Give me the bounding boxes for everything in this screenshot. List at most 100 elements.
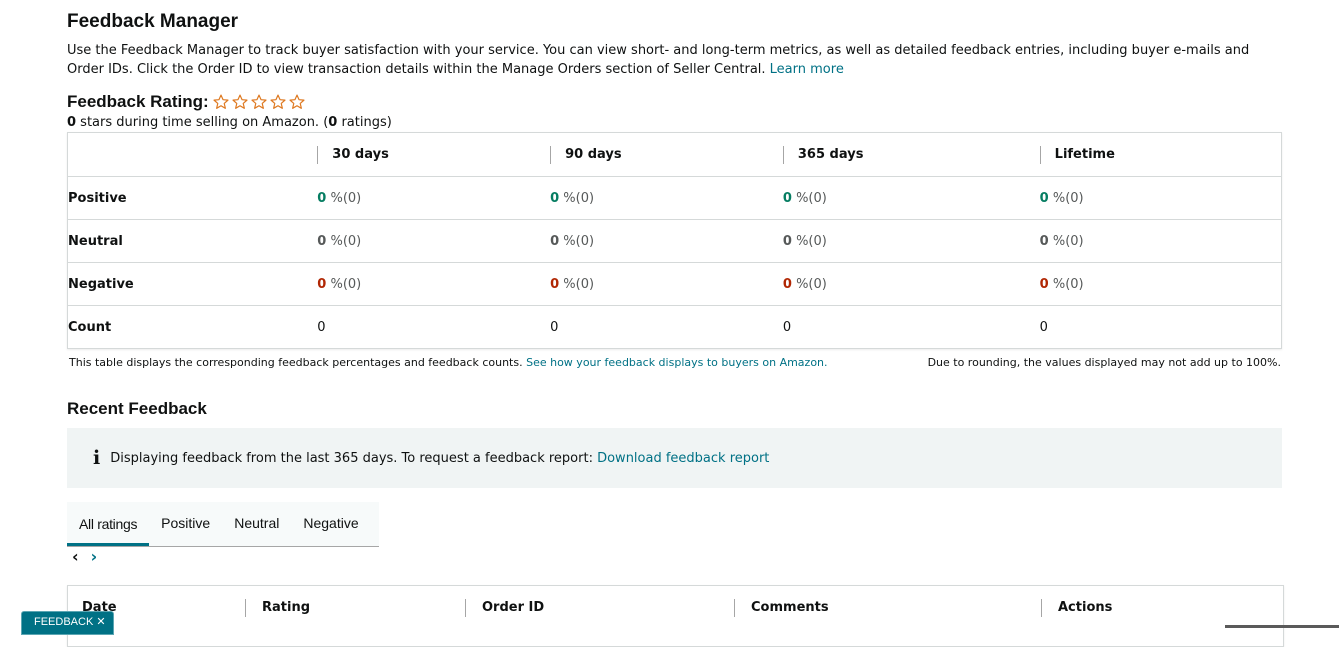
metric-detail: %(0): [1048, 190, 1084, 206]
star-rating: [212, 93, 306, 111]
count-cell: 0: [1040, 306, 1282, 349]
metric-value: 0: [317, 190, 327, 206]
column-header-label: 30 days: [317, 145, 550, 164]
tab-negative[interactable]: Negative: [291, 502, 370, 543]
column-header-comments: Comments: [734, 599, 829, 617]
star-icon: [232, 94, 248, 109]
column-header-rating: Rating: [245, 599, 310, 617]
metric-value: 0: [1039, 190, 1049, 206]
column-header-label: Lifetime: [1039, 145, 1281, 164]
metric-cell: 0 %(0): [1039, 219, 1282, 263]
info-alert: i Displaying feedback from the last 365 …: [67, 428, 1282, 488]
star-icon: [251, 94, 267, 109]
row-label: Negative: [67, 262, 318, 306]
metric-value: 0: [782, 276, 792, 292]
ratings-text: ratings): [337, 115, 392, 130]
metric-detail: %(0): [1048, 233, 1084, 249]
rating-summary: 0 stars during time selling on Amazon. (…: [67, 115, 392, 130]
metrics-row-neutral: Neutral 0 %(0) 0 %(0) 0 %(0) 0 %(0): [67, 219, 1282, 263]
count-value: 0: [1039, 319, 1048, 335]
metric-value: 0: [782, 233, 792, 249]
metric-detail: %(0): [559, 276, 595, 292]
star-icon: [213, 94, 229, 109]
feedback-button[interactable]: FEEDBACK ✕: [21, 611, 114, 635]
count-cell: 0: [317, 306, 550, 349]
column-header-label: 90 days: [550, 145, 783, 164]
recent-feedback-heading: Recent Feedback: [67, 399, 207, 418]
metric-value: 0: [550, 276, 560, 292]
metrics-row-negative: Negative 0 %(0) 0 %(0) 0 %(0) 0 %(0): [67, 262, 1282, 306]
metric-detail: %(0): [326, 233, 362, 249]
metric-cell: 0 %(0): [1039, 176, 1282, 220]
info-text: Displaying feedback from the last 365 da…: [110, 450, 593, 466]
count-value: 0: [782, 319, 792, 335]
metric-value: 0: [1039, 276, 1049, 292]
row-label: Positive: [67, 176, 318, 220]
tab-neutral[interactable]: Neutral: [222, 502, 291, 543]
column-header: 365 days: [782, 132, 1040, 177]
count-cell: 0: [550, 306, 783, 349]
metric-cell: 0 %(0): [550, 176, 783, 220]
count-value: 0: [550, 319, 559, 335]
metric-detail: %(0): [791, 190, 827, 206]
table-note-text: This table displays the corresponding fe…: [69, 356, 523, 369]
table-note: This table displays the corresponding fe…: [69, 356, 828, 369]
metric-cell: 0 %(0): [550, 262, 783, 306]
metric-cell: 0 %(0): [782, 176, 1040, 220]
rounding-note: Due to rounding, the values displayed ma…: [927, 356, 1281, 369]
metric-detail: %(0): [326, 190, 362, 206]
learn-more-link[interactable]: Learn more: [770, 62, 844, 77]
metric-value: 0: [317, 276, 327, 292]
metric-cell: 0 %(0): [317, 176, 551, 220]
metric-cell: 0 %(0): [317, 219, 551, 263]
column-header-label: 365 days: [782, 145, 1040, 164]
metrics-row-positive: Positive 0 %(0) 0 %(0) 0 %(0) 0 %(0): [67, 176, 1282, 220]
metric-cell: 0 %(0): [550, 219, 783, 263]
count-value: 0: [317, 319, 326, 335]
chevron-right-icon[interactable]: ›: [91, 547, 98, 566]
row-label: Count: [68, 319, 112, 335]
metric-value: 0: [550, 233, 560, 249]
chevron-left-icon[interactable]: ‹: [72, 547, 79, 566]
feedback-metrics-table: 30 days 90 days 365 days Lifetime Positi…: [67, 132, 1282, 349]
metric-value: 0: [782, 190, 792, 206]
column-header-order-id: Order ID: [465, 599, 544, 617]
stars-text: stars during time selling on Amazon. (: [76, 115, 329, 130]
tab-positive[interactable]: Positive: [149, 502, 222, 543]
count-cell: 0: [783, 306, 1040, 349]
metric-value: 0: [550, 190, 560, 206]
column-header: 30 days: [317, 132, 551, 177]
column-header: Lifetime: [1039, 132, 1282, 177]
metric-value: 0: [1039, 233, 1049, 249]
metric-detail: %(0): [326, 276, 362, 292]
metrics-header-row: 30 days 90 days 365 days Lifetime: [67, 132, 1282, 177]
metric-detail: %(0): [791, 233, 827, 249]
info-icon: i: [93, 447, 101, 469]
metric-cell: 0 %(0): [782, 262, 1040, 306]
info-message: Displaying feedback from the last 365 da…: [110, 451, 769, 466]
metrics-row-count: Count 0 0 0 0: [68, 306, 1282, 349]
intro-text: Use the Feedback Manager to track buyer …: [67, 42, 1282, 79]
feedback-table-header: Date Rating Order ID Comments Actions: [67, 585, 1284, 647]
metric-detail: %(0): [559, 233, 595, 249]
rating-tabs: All ratings Positive Neutral Negative: [67, 502, 379, 547]
stars-value: 0: [67, 115, 77, 130]
metrics-corner-cell: [67, 132, 318, 177]
feedback-rating-heading: Feedback Rating:: [67, 92, 306, 112]
metric-detail: %(0): [791, 276, 827, 292]
column-header: 90 days: [550, 132, 783, 177]
row-label: Neutral: [67, 219, 318, 263]
download-report-link[interactable]: Download feedback report: [597, 451, 769, 466]
star-icon: [289, 94, 305, 109]
ratings-count: 0: [328, 115, 338, 130]
intro-body: Use the Feedback Manager to track buyer …: [67, 43, 1250, 77]
feedback-display-link[interactable]: See how your feedback displays to buyers…: [526, 356, 827, 369]
star-icon: [270, 94, 286, 109]
metric-cell: 0 %(0): [782, 219, 1040, 263]
tab-all-ratings[interactable]: All ratings: [67, 502, 150, 546]
feedback-rating-label: Feedback Rating:: [67, 92, 209, 111]
metric-cell: 0 %(0): [1039, 262, 1282, 306]
metric-value: 0: [317, 233, 327, 249]
column-header-actions: Actions: [1041, 599, 1112, 617]
metric-detail: %(0): [1048, 276, 1084, 292]
